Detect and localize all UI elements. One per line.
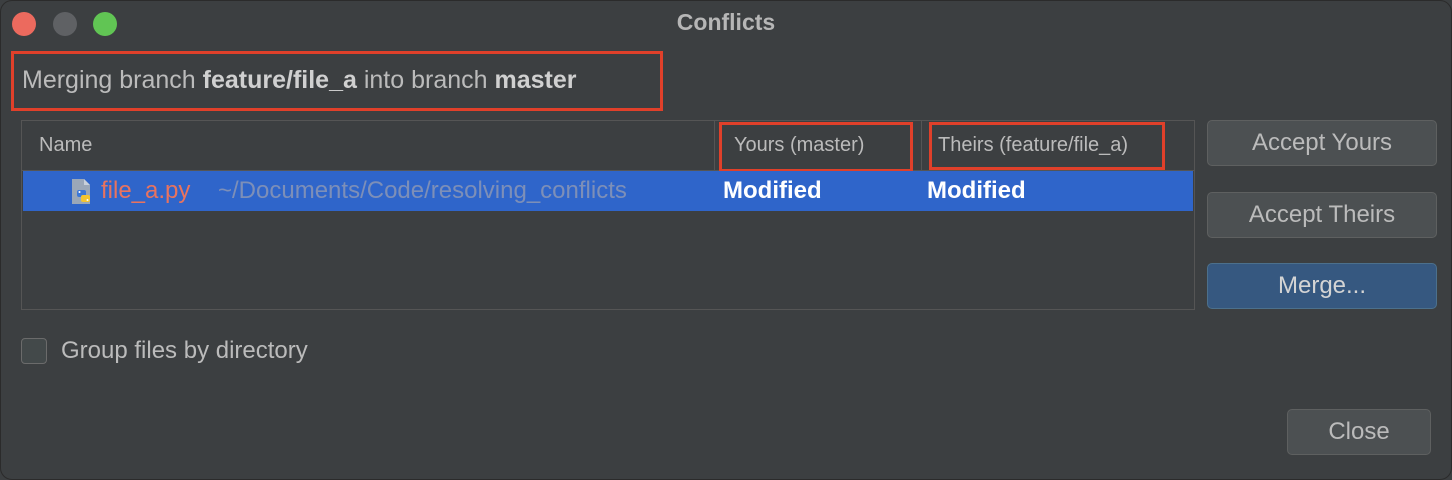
merge-description: Merging branch feature/file_a into branc… (11, 51, 663, 111)
table-row[interactable]: file_a.py ~/Documents/Code/resolving_con… (23, 171, 1193, 211)
window-title: Conflicts (676, 9, 776, 35)
group-by-directory-checkbox[interactable] (21, 338, 47, 364)
column-header-name[interactable]: Name (39, 134, 92, 157)
file-path: ~/Documents/Code/resolving_conflicts (218, 177, 627, 204)
target-branch: master (494, 66, 577, 94)
column-divider[interactable] (714, 121, 715, 170)
accept-theirs-button[interactable]: Accept Theirs (1207, 192, 1437, 238)
theirs-column-highlight (929, 122, 1165, 170)
python-file-icon (69, 177, 97, 207)
merge-prefix: Merging branch (22, 66, 203, 94)
merge-button[interactable]: Merge... (1207, 263, 1437, 309)
title-bar: Conflicts (1, 1, 1451, 43)
close-button[interactable]: Close (1287, 409, 1431, 455)
merge-middle: into branch (356, 66, 495, 94)
file-name: file_a.py (101, 177, 191, 204)
yours-status: Modified (723, 177, 822, 204)
column-divider[interactable] (921, 121, 922, 170)
conflicts-table: Name Yours (master) Theirs (feature/file… (21, 120, 1195, 310)
yours-column-highlight (719, 122, 913, 172)
theirs-status: Modified (927, 177, 1026, 204)
group-by-directory-label[interactable]: Group files by directory (61, 337, 308, 365)
accept-yours-button[interactable]: Accept Yours (1207, 120, 1437, 166)
source-branch: feature/file_a (202, 66, 357, 94)
conflicts-dialog: Conflicts Merging branch feature/file_a … (0, 0, 1452, 480)
